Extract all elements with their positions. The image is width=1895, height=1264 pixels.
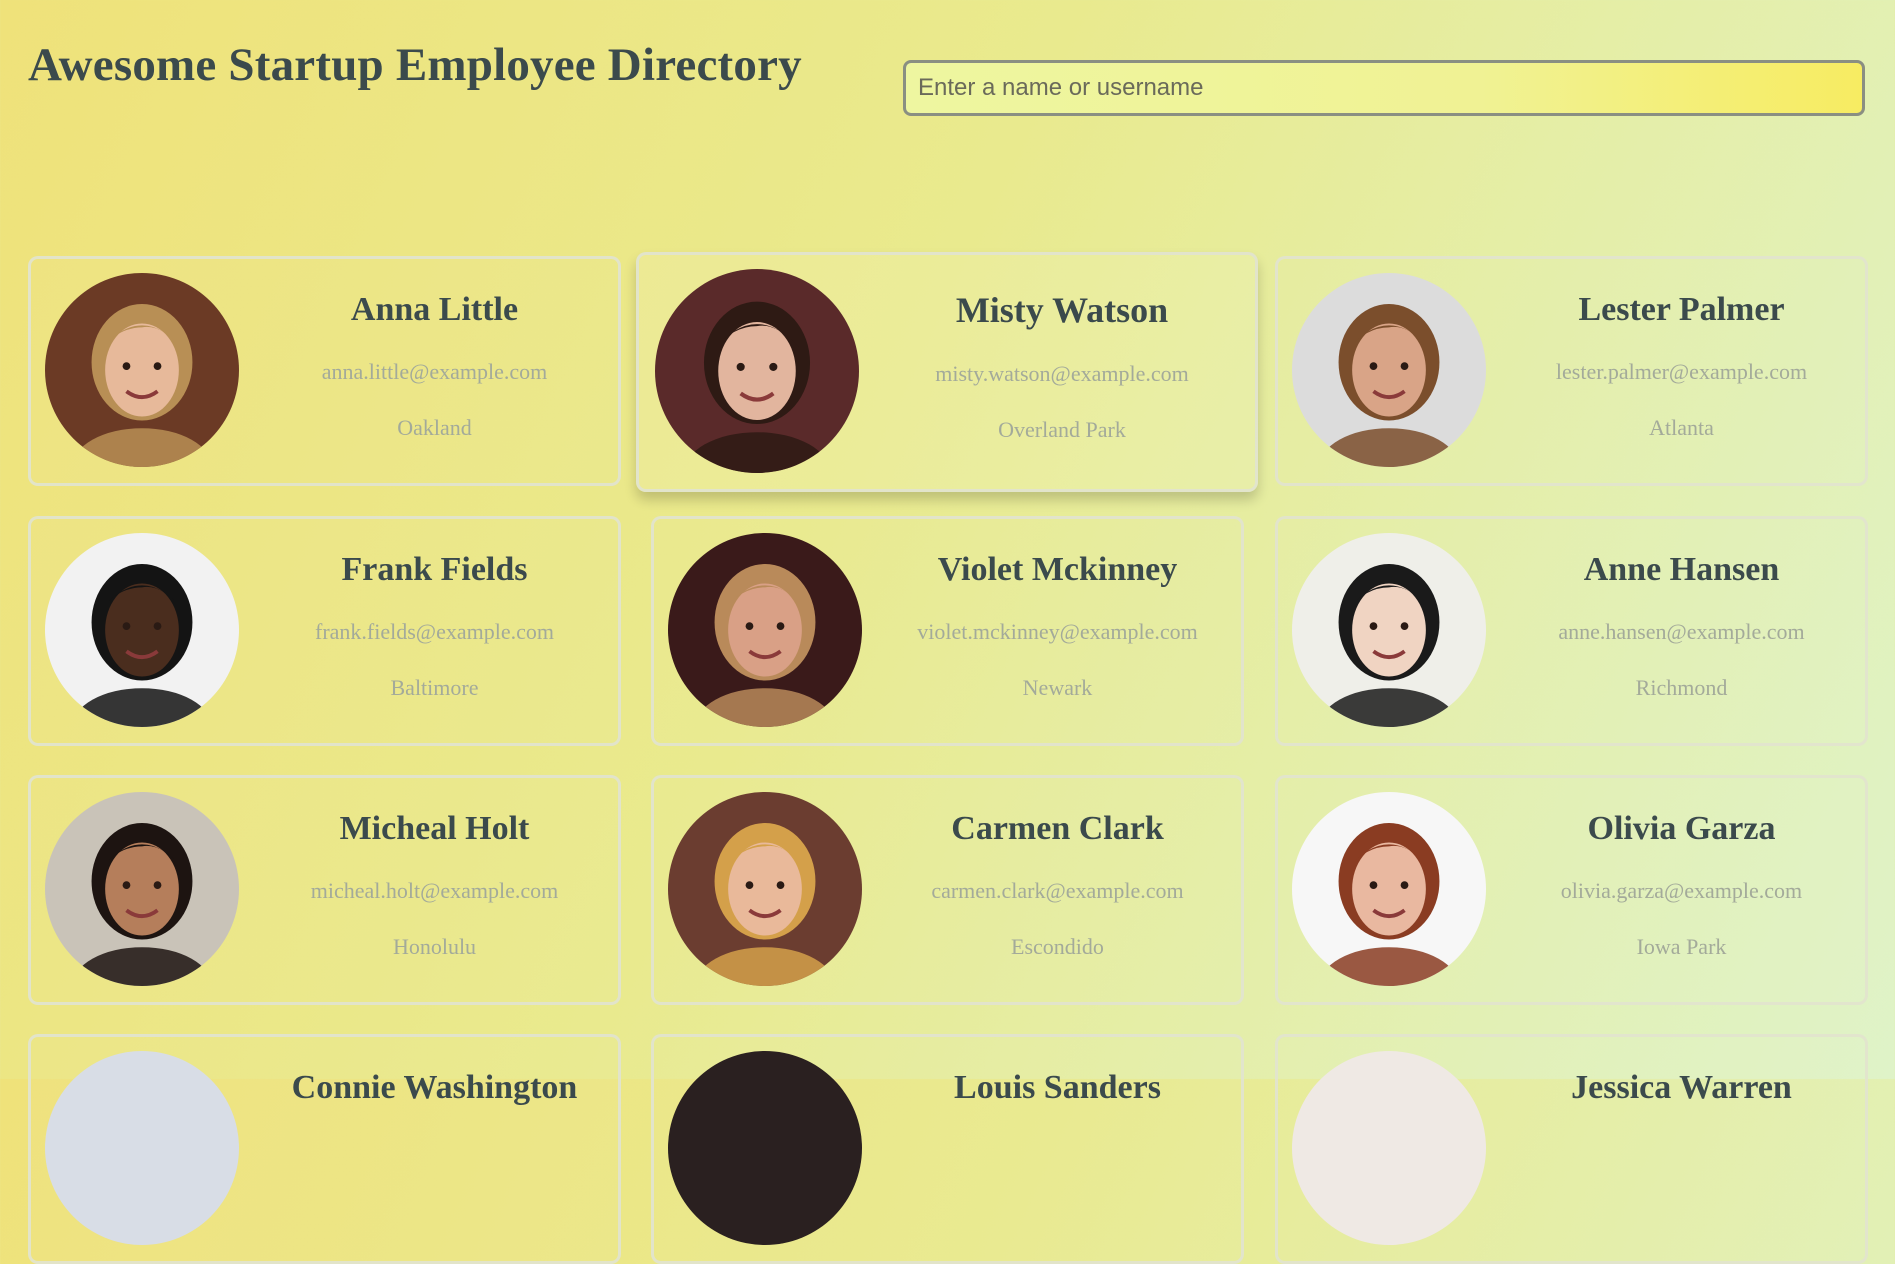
employee-name: Anna Little: [350, 291, 519, 328]
employee-card[interactable]: Violet Mckinney violet.mckinney@example.…: [651, 516, 1244, 746]
employee-email: anna.little@example.com: [321, 359, 548, 384]
avatar: [1292, 273, 1486, 467]
avatar: [1292, 1051, 1486, 1245]
employee-name: Connie Washington: [291, 1069, 578, 1106]
employee-name: Louis Sanders: [954, 1069, 1161, 1106]
employee-city: Richmond: [1635, 675, 1728, 700]
avatar: [45, 273, 239, 467]
employee-name: Olivia Garza: [1587, 810, 1776, 847]
employee-email: frank.fields@example.com: [315, 619, 554, 644]
avatar: [668, 533, 862, 727]
employee-email: olivia.garza@example.com: [1560, 878, 1803, 903]
employee-city: Honolulu: [392, 934, 477, 959]
avatar: [45, 792, 239, 986]
employee-city: Oakland: [397, 415, 472, 440]
avatar: [45, 533, 239, 727]
avatar: [45, 1051, 239, 1245]
employee-name: Violet Mckinney: [937, 551, 1178, 588]
avatar: [1292, 533, 1486, 727]
employee-card[interactable]: Carmen Clark carmen.clark@example.com Es…: [651, 775, 1244, 1005]
employee-email: misty.watson@example.com: [935, 361, 1189, 386]
employee-card[interactable]: Louis Sanders: [651, 1034, 1244, 1264]
employee-card[interactable]: Misty Watson misty.watson@example.com Ov…: [636, 252, 1258, 492]
employee-card[interactable]: Jessica Warren: [1275, 1034, 1868, 1264]
employee-grid: Anna Little anna.little@example.com Oakl…: [0, 0, 1895, 1264]
employee-card[interactable]: Lester Palmer lester.palmer@example.com …: [1275, 256, 1868, 486]
employee-email: micheal.holt@example.com: [310, 878, 559, 903]
employee-email: carmen.clark@example.com: [931, 878, 1184, 903]
avatar: [668, 1051, 862, 1245]
employee-email: anne.hansen@example.com: [1558, 619, 1805, 644]
employee-name: Carmen Clark: [951, 810, 1164, 847]
employee-email: lester.palmer@example.com: [1555, 359, 1808, 384]
employee-city: Newark: [1022, 675, 1093, 700]
employee-city: Atlanta: [1649, 415, 1714, 440]
avatar: [1292, 792, 1486, 986]
employee-card[interactable]: Connie Washington: [28, 1034, 621, 1264]
employee-city: Iowa Park: [1636, 934, 1727, 959]
employee-name: Misty Watson: [955, 290, 1169, 330]
employee-card[interactable]: Olivia Garza olivia.garza@example.com Io…: [1275, 775, 1868, 1005]
employee-city: Escondido: [1011, 934, 1104, 959]
employee-name: Frank Fields: [341, 551, 528, 588]
avatar: [668, 792, 862, 986]
employee-name: Jessica Warren: [1571, 1069, 1792, 1106]
employee-card[interactable]: Anna Little anna.little@example.com Oakl…: [28, 256, 621, 486]
employee-email: violet.mckinney@example.com: [917, 619, 1198, 644]
employee-city: Baltimore: [390, 675, 479, 700]
employee-name: Anne Hansen: [1583, 551, 1780, 588]
employee-card[interactable]: Frank Fields frank.fields@example.com Ba…: [28, 516, 621, 746]
employee-card[interactable]: Anne Hansen anne.hansen@example.com Rich…: [1275, 516, 1868, 746]
employee-city: Overland Park: [998, 417, 1126, 442]
avatar: [655, 269, 859, 473]
employee-name: Lester Palmer: [1578, 291, 1785, 328]
employee-card[interactable]: Micheal Holt micheal.holt@example.com Ho…: [28, 775, 621, 1005]
employee-name: Micheal Holt: [339, 810, 530, 847]
